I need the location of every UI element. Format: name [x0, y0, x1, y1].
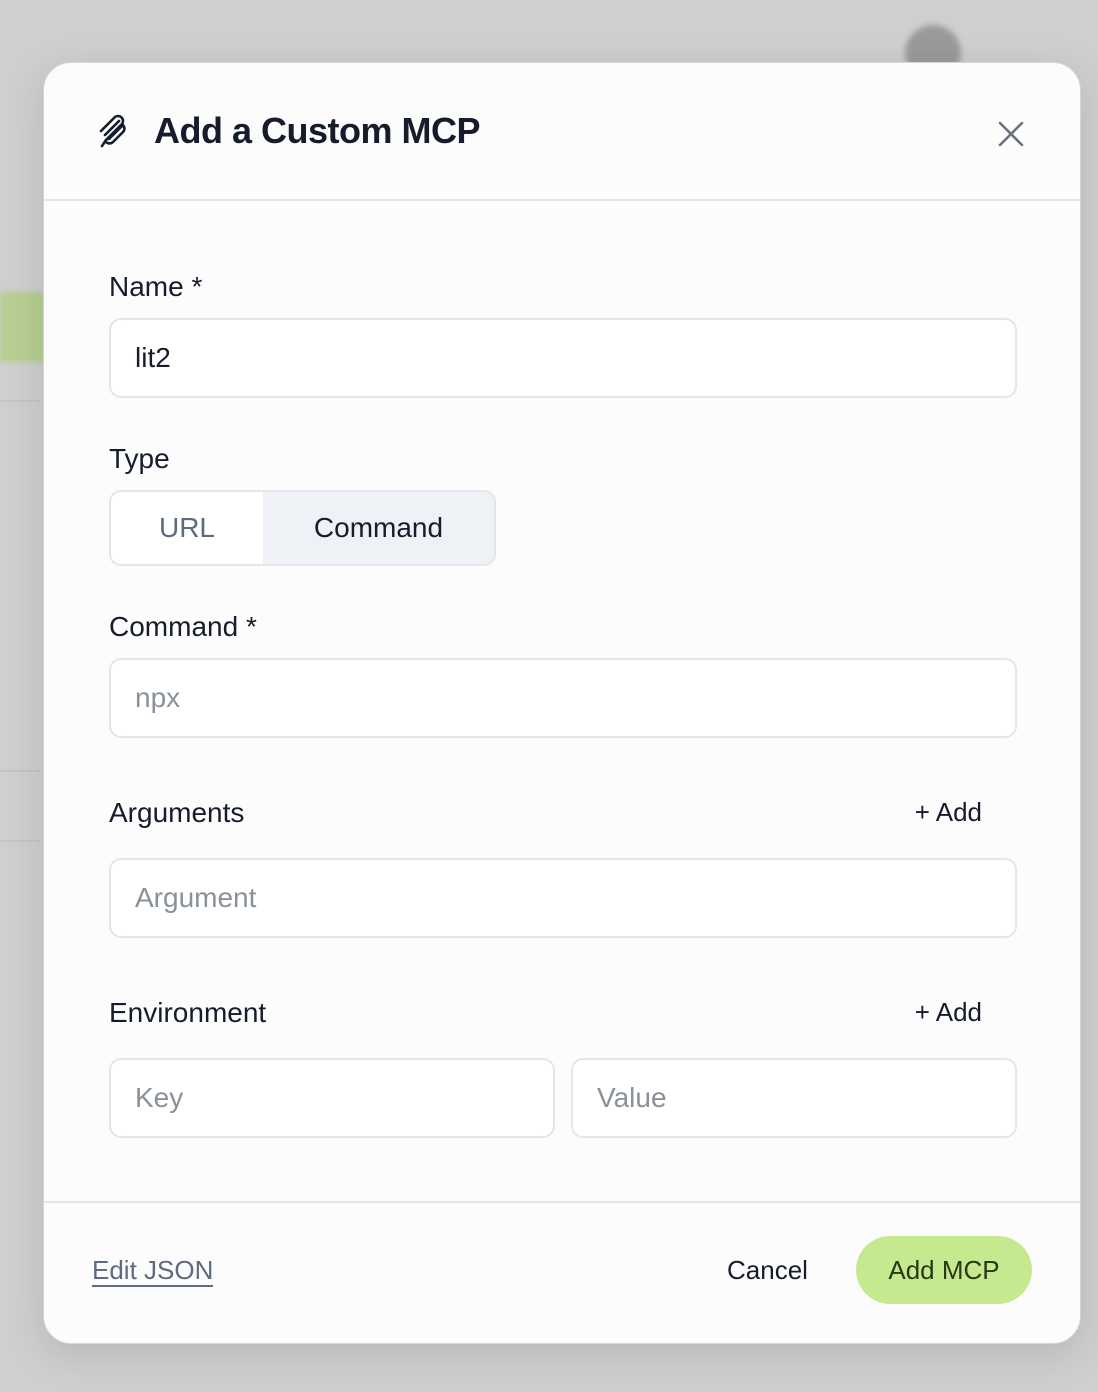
command-input[interactable] — [109, 658, 1017, 738]
env-key-input[interactable] — [109, 1058, 555, 1138]
add-mcp-dialog: Add a Custom MCP Name * Type URL Command… — [43, 62, 1081, 1344]
name-input[interactable] — [109, 318, 1017, 398]
background-divider — [0, 770, 40, 772]
close-icon — [998, 121, 1024, 147]
arguments-label: Arguments — [109, 797, 245, 828]
edit-json-link[interactable]: Edit JSON — [92, 1255, 214, 1287]
command-label: Command * — [109, 611, 257, 642]
background-divider — [0, 840, 40, 842]
dialog-title: Add a Custom MCP — [154, 110, 481, 151]
type-label: Type — [109, 443, 170, 474]
add-environment-button[interactable]: + Add — [915, 997, 982, 1028]
close-button[interactable] — [994, 117, 1028, 151]
name-label: Name * — [109, 271, 203, 302]
dialog-body: Name * Type URL Command Command * Argume… — [44, 201, 1080, 1201]
cancel-button[interactable]: Cancel — [727, 1255, 808, 1286]
type-segmented-control: URL Command — [109, 490, 496, 566]
type-option-url[interactable]: URL — [111, 492, 263, 564]
dialog-header: Add a Custom MCP — [44, 63, 1080, 201]
dialog-footer: Edit JSON Cancel Add MCP — [44, 1201, 1080, 1343]
environment-label: Environment — [109, 997, 267, 1028]
background-divider — [0, 400, 40, 402]
add-argument-button[interactable]: + Add — [915, 797, 982, 828]
type-option-command[interactable]: Command — [263, 492, 494, 564]
argument-input[interactable] — [109, 858, 1017, 938]
add-mcp-button[interactable]: Add MCP — [856, 1236, 1032, 1304]
paperclip-icon — [92, 110, 134, 152]
env-value-input[interactable] — [571, 1058, 1017, 1138]
